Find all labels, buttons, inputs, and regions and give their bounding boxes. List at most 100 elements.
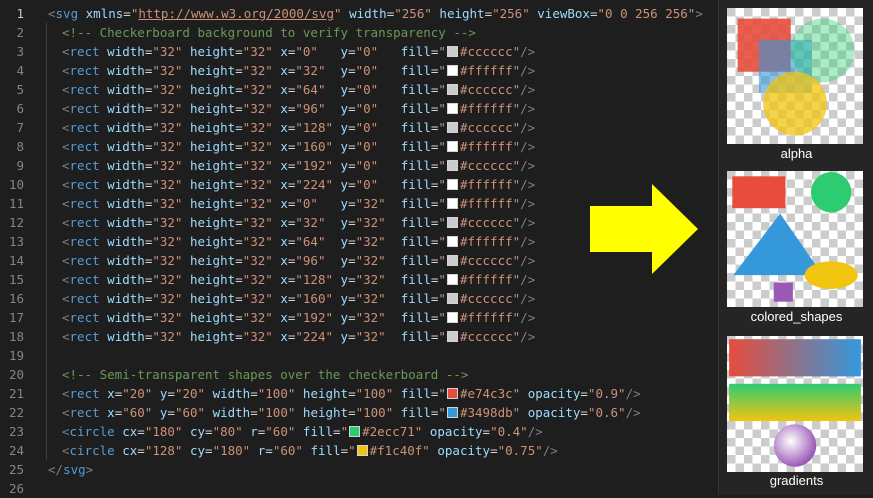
line-number: 14 bbox=[8, 253, 24, 268]
color-swatch-icon[interactable] bbox=[446, 388, 458, 399]
color-swatch-icon[interactable] bbox=[446, 274, 458, 285]
code-token: < bbox=[48, 6, 56, 21]
code-token: = bbox=[348, 196, 356, 211]
code-token: /> bbox=[527, 424, 543, 439]
color-swatch-icon[interactable] bbox=[446, 255, 458, 266]
code-token: <!-- Checkerboard background to verify t… bbox=[62, 25, 476, 40]
code-token: /> bbox=[520, 310, 536, 325]
code-token: "160" bbox=[295, 139, 334, 154]
code-token: = bbox=[482, 424, 491, 439]
code-token: "0.6" bbox=[587, 405, 626, 420]
code-token: fill bbox=[400, 234, 431, 249]
code-token: x bbox=[280, 234, 288, 249]
code-token: #cccccc" bbox=[459, 158, 521, 173]
code-token: /> bbox=[520, 215, 536, 230]
code-token: = bbox=[235, 158, 243, 173]
gradients-preview[interactable] bbox=[727, 336, 863, 472]
line-number: 19 bbox=[8, 348, 24, 363]
code-token: "96" bbox=[295, 253, 326, 268]
code-token: = bbox=[137, 424, 145, 439]
code-token: "0" bbox=[355, 82, 379, 97]
code-token: /> bbox=[625, 405, 641, 420]
code-token: #ffffff" bbox=[459, 234, 521, 249]
code-token: " bbox=[438, 158, 446, 173]
code-token: > bbox=[695, 6, 703, 21]
code-token: x bbox=[280, 329, 288, 344]
code-token: #cccccc" bbox=[459, 44, 521, 59]
color-swatch-icon[interactable] bbox=[446, 84, 458, 95]
code-token: = bbox=[167, 386, 175, 401]
line-code: <!-- Semi-transparent shapes over the ch… bbox=[62, 365, 468, 384]
color-swatch-icon[interactable] bbox=[446, 65, 458, 76]
code-token: "128" bbox=[144, 443, 183, 458]
line-code: <rect x="60" y="60" width="100" height="… bbox=[62, 403, 641, 422]
code-token: svg bbox=[55, 6, 79, 21]
color-swatch-icon[interactable] bbox=[446, 407, 458, 418]
color-swatch-icon[interactable] bbox=[446, 179, 458, 190]
color-swatch-icon[interactable] bbox=[446, 293, 458, 304]
code-token: "32" bbox=[355, 215, 386, 230]
color-swatch-icon[interactable] bbox=[356, 445, 368, 456]
color-swatch-icon[interactable] bbox=[446, 46, 458, 57]
code-token: = bbox=[205, 424, 213, 439]
color-swatch-icon[interactable] bbox=[446, 236, 458, 247]
code-token: x bbox=[280, 215, 288, 230]
code-token: = bbox=[348, 82, 356, 97]
line-code: <rect width="32" height="32" x="64" y="3… bbox=[62, 232, 535, 251]
code-token: y bbox=[340, 44, 349, 59]
code-token: "0" bbox=[295, 196, 318, 211]
color-swatch-icon[interactable] bbox=[446, 122, 458, 133]
code-token: x bbox=[280, 272, 288, 287]
code-token: x bbox=[280, 101, 288, 116]
code-token: "0" bbox=[355, 63, 379, 78]
code-token: < bbox=[62, 443, 70, 458]
code-token: "96" bbox=[295, 101, 326, 116]
color-swatch-icon[interactable] bbox=[349, 426, 361, 437]
code-token: x bbox=[280, 120, 288, 135]
color-swatch-icon[interactable] bbox=[446, 103, 458, 114]
code-token: /> bbox=[542, 443, 558, 458]
code-token: height bbox=[189, 120, 236, 135]
code-token: = bbox=[348, 310, 356, 325]
code-token: fill bbox=[400, 82, 431, 97]
code-token: "0" bbox=[355, 44, 379, 59]
code-token: = bbox=[250, 405, 258, 420]
code-token: x bbox=[280, 253, 288, 268]
code-token: "20" bbox=[174, 386, 206, 401]
color-swatch-icon[interactable] bbox=[446, 141, 458, 152]
code-token: y bbox=[340, 215, 349, 230]
code-token: rect bbox=[69, 82, 100, 97]
line-code: <rect width="32" height="32" x="192" y="… bbox=[62, 156, 535, 175]
code-token: rect bbox=[69, 63, 100, 78]
color-swatch-icon[interactable] bbox=[446, 312, 458, 323]
color-swatch-icon[interactable] bbox=[446, 198, 458, 209]
line-number: 2 bbox=[16, 25, 24, 40]
color-swatch-icon[interactable] bbox=[446, 217, 458, 228]
code-token: = bbox=[235, 177, 243, 192]
code-token: < bbox=[62, 120, 70, 135]
code-token: height bbox=[189, 329, 236, 344]
code-token: "60" bbox=[174, 405, 206, 420]
alpha-preview[interactable] bbox=[727, 8, 863, 144]
colored-shapes-caption: colored_shapes bbox=[750, 309, 843, 324]
code-token: < bbox=[62, 196, 70, 211]
code-token: " bbox=[438, 310, 446, 325]
code-token: "32" bbox=[355, 234, 386, 249]
code-token: < bbox=[62, 82, 70, 97]
color-swatch-icon[interactable] bbox=[446, 160, 458, 171]
line-number: 12 bbox=[8, 215, 24, 230]
code-token: " bbox=[438, 177, 446, 192]
code-token: "180" bbox=[212, 443, 251, 458]
color-swatch-icon[interactable] bbox=[446, 331, 458, 342]
colored-shapes-preview[interactable] bbox=[727, 171, 863, 307]
code-token: "100" bbox=[257, 405, 296, 420]
